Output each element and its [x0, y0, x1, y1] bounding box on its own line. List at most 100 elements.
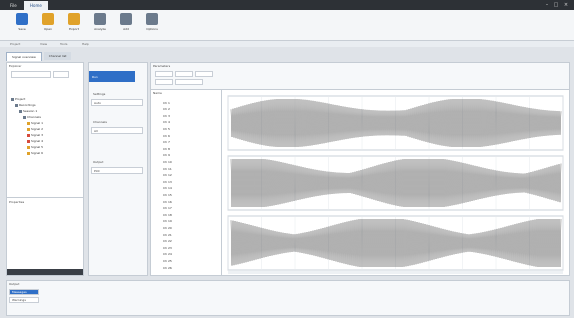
list-item[interactable]: Ch 7: [153, 140, 219, 145]
list-item[interactable]: Ch 15: [153, 192, 219, 197]
settings-field[interactable]: Auto: [91, 99, 143, 106]
options-button[interactable]: Options: [140, 12, 164, 38]
list-item[interactable]: Ch 18: [153, 212, 219, 217]
param-field[interactable]: [195, 71, 213, 77]
tree-node[interactable]: Session 1: [19, 109, 37, 113]
messages-label: Messages: [12, 290, 27, 294]
param-field[interactable]: [175, 79, 203, 85]
list-item[interactable]: Ch 20: [153, 225, 219, 230]
param-field[interactable]: [155, 71, 173, 77]
tree-label: Session 1: [23, 109, 38, 113]
list-item-label: Ch 19: [163, 219, 172, 224]
parameters-header: Parameters: [153, 64, 171, 68]
list-item[interactable]: Ch 19: [153, 219, 219, 224]
title-bar: File Home – □ ×: [0, 0, 574, 10]
tab-file[interactable]: File: [4, 1, 23, 10]
list-item[interactable]: Ch 11: [153, 166, 219, 171]
list-item-label: Ch 4: [163, 120, 170, 125]
param-field[interactable]: [155, 79, 173, 85]
close-icon[interactable]: ×: [563, 2, 569, 8]
tree-node[interactable]: Signal 5: [27, 145, 43, 149]
chart-icon: [94, 13, 106, 25]
group-label: Tools: [60, 42, 68, 46]
analyze-button[interactable]: Analyze: [88, 12, 112, 38]
messages-tab[interactable]: Messages: [9, 289, 39, 295]
tab-file-label: File: [10, 3, 17, 8]
list-item[interactable]: Ch 13: [153, 179, 219, 184]
tab-channel-list[interactable]: Channel list: [43, 52, 72, 60]
list-item[interactable]: Ch 5: [153, 126, 219, 131]
run-button[interactable]: Run: [89, 71, 135, 82]
properties-header: Properties: [9, 200, 25, 204]
signal-plot[interactable]: [227, 155, 564, 211]
warnings-tab[interactable]: Warnings: [9, 297, 39, 303]
list-item[interactable]: Ch 6: [153, 133, 219, 138]
list-item[interactable]: Ch 25: [153, 258, 219, 263]
list-item[interactable]: Ch 10: [153, 159, 219, 164]
output-header: Output: [9, 282, 20, 286]
open-button[interactable]: Open: [36, 12, 60, 38]
export-button[interactable]: Export: [62, 12, 86, 38]
signal-icon: [27, 145, 30, 149]
channels-field[interactable]: All: [91, 127, 143, 134]
list-item-label: Ch 10: [163, 159, 172, 164]
signal-icon: [27, 139, 30, 143]
group-label: Help: [82, 42, 89, 46]
tree-label: Signal 4: [31, 139, 44, 143]
tree-node[interactable]: Channels: [23, 115, 41, 119]
list-item-label: Ch 15: [163, 192, 172, 197]
list-item-label: Ch 22: [163, 239, 172, 244]
tree-node[interactable]: Signal 1: [27, 121, 43, 125]
list-item-label: Ch 7: [163, 140, 170, 145]
tab-home[interactable]: Home: [24, 1, 48, 10]
list-item-label: Ch 25: [163, 258, 172, 263]
list-item[interactable]: Ch 14: [153, 186, 219, 191]
document-tabs: Signal overview Channel list: [6, 52, 72, 61]
list-item[interactable]: Ch 24: [153, 252, 219, 257]
list-item[interactable]: Ch 2: [153, 107, 219, 112]
open-label: Open: [43, 27, 52, 31]
list-item-label: Ch 11: [163, 166, 172, 171]
list-item[interactable]: Ch 1: [153, 100, 219, 105]
panel-footer-bar: [7, 269, 83, 275]
list-item[interactable]: Ch 26: [153, 265, 219, 270]
time-axis[interactable]: [228, 271, 563, 274]
list-item[interactable]: Ch 21: [153, 232, 219, 237]
filter-button[interactable]: [53, 71, 69, 78]
tree-node[interactable]: Signal 2: [27, 127, 43, 131]
signal-plot[interactable]: [227, 95, 564, 151]
minimize-icon[interactable]: –: [544, 2, 550, 8]
signal-plot[interactable]: [227, 215, 564, 271]
tree-label: Signal 5: [31, 145, 44, 149]
tab-signal-overview[interactable]: Signal overview: [6, 52, 42, 61]
list-item[interactable]: Ch 22: [153, 239, 219, 244]
list-item[interactable]: Ch 23: [153, 245, 219, 250]
list-item[interactable]: Ch 12: [153, 173, 219, 178]
parameters-bar: Parameters: [150, 62, 570, 91]
tree-node[interactable]: Recordings: [15, 103, 36, 107]
list-item[interactable]: Ch 4: [153, 120, 219, 125]
save-button[interactable]: Save: [10, 12, 34, 38]
signal-plot-canvas[interactable]: [222, 90, 569, 275]
list-item-label: Ch 16: [163, 199, 172, 204]
list-item[interactable]: Ch 9: [153, 153, 219, 158]
add-icon: [120, 13, 132, 25]
tree-node[interactable]: Signal 3: [27, 133, 43, 137]
list-item-label: Ch 6: [163, 133, 170, 138]
list-item[interactable]: Ch 3: [153, 113, 219, 118]
warnings-label: Warnings: [12, 298, 26, 302]
param-field[interactable]: [175, 71, 193, 77]
save-label: Save: [18, 27, 26, 31]
tree-label: Signal 1: [31, 121, 44, 125]
list-item[interactable]: Ch 16: [153, 199, 219, 204]
list-item[interactable]: Ch 8: [153, 146, 219, 151]
tree-node[interactable]: Signal 4: [27, 139, 43, 143]
add-button[interactable]: Add: [114, 12, 138, 38]
tree-node[interactable]: Project: [11, 97, 25, 101]
list-item[interactable]: Ch 17: [153, 206, 219, 211]
output-field[interactable]: Plot: [91, 167, 143, 174]
maximize-icon[interactable]: □: [553, 2, 559, 8]
tree-node[interactable]: Signal 6: [27, 151, 43, 155]
channels-value: All: [94, 128, 98, 133]
search-input[interactable]: [11, 71, 51, 78]
